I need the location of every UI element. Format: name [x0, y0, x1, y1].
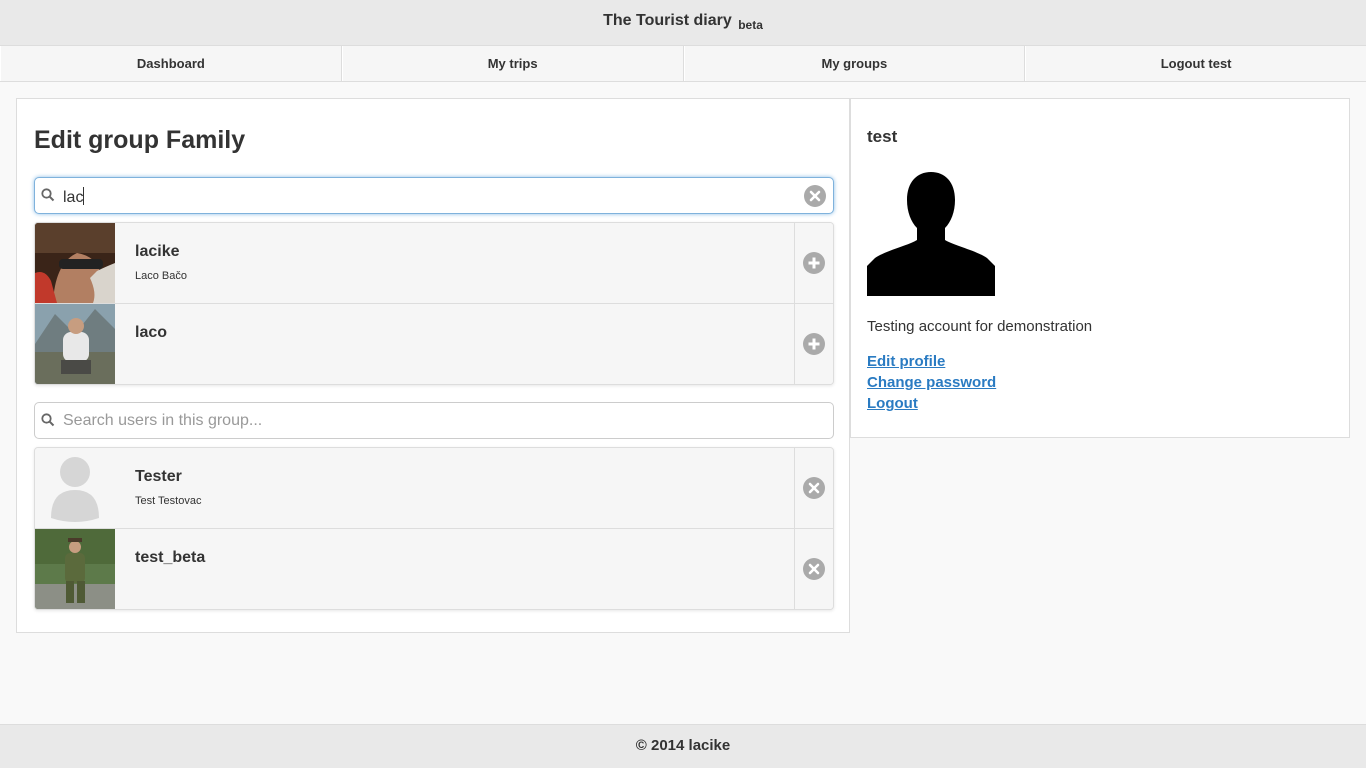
text-caret: [83, 187, 85, 205]
remove-icon: [803, 558, 825, 580]
profile-silhouette-avatar: [867, 168, 995, 296]
user-name: lacike: [135, 243, 180, 260]
search-icon: [41, 413, 55, 427]
edit-profile-link[interactable]: Edit profile: [867, 353, 945, 370]
user-photo: [35, 304, 115, 384]
user-name: Tester: [135, 468, 182, 485]
group-members-list: Tester Test Testovac test_beta: [34, 447, 834, 610]
nav-bar: Dashboard My trips My groups Logout test: [0, 46, 1366, 82]
add-icon: [803, 252, 825, 274]
user-name: test_beta: [135, 549, 206, 566]
add-user-search-input[interactable]: lac: [34, 177, 834, 214]
member-search-input[interactable]: Search users in this group...: [34, 402, 834, 439]
search-value: lac: [63, 187, 85, 206]
search-icon: [41, 188, 55, 202]
list-item[interactable]: test_beta: [35, 529, 833, 609]
nav-my-trips[interactable]: My trips: [341, 46, 684, 81]
add-icon: [803, 333, 825, 355]
footer: © 2014 lacike: [0, 724, 1366, 768]
user-photo: [35, 529, 115, 609]
user-profile-panel: test Testing account for demonstration E…: [850, 98, 1350, 438]
list-item[interactable]: laco: [35, 304, 833, 384]
profile-username: test: [867, 127, 898, 146]
add-user-button[interactable]: [794, 304, 833, 384]
change-password-link[interactable]: Change password: [867, 374, 996, 391]
default-avatar: [35, 448, 115, 528]
profile-description: Testing account for demonstration: [867, 318, 1093, 335]
add-user-button[interactable]: [794, 223, 833, 303]
nav-logout[interactable]: Logout test: [1025, 46, 1366, 81]
search-placeholder: Search users in this group...: [63, 412, 263, 429]
app-header: The Tourist diary beta: [0, 0, 1366, 46]
footer-copyright: © 2014 lacike: [635, 737, 731, 754]
beta-badge: beta: [738, 18, 763, 32]
edit-group-panel: Edit group Family lac lacike Laco Bačo l…: [16, 98, 850, 633]
page-title: Edit group Family: [34, 126, 246, 154]
user-fullname: Test Testovac: [135, 495, 202, 507]
search-results-list: lacike Laco Bačo laco: [34, 222, 834, 385]
remove-user-button[interactable]: [794, 448, 833, 528]
nav-dashboard[interactable]: Dashboard: [0, 46, 342, 81]
list-item[interactable]: Tester Test Testovac: [35, 448, 833, 529]
user-photo: [35, 223, 115, 303]
user-fullname: Laco Bačo: [135, 270, 187, 282]
app-title: The Tourist diary beta: [603, 12, 763, 32]
clear-search-icon[interactable]: [804, 185, 826, 207]
list-item[interactable]: lacike Laco Bačo: [35, 223, 833, 304]
remove-user-button[interactable]: [794, 529, 833, 609]
logout-link[interactable]: Logout: [867, 395, 918, 412]
remove-icon: [803, 477, 825, 499]
user-name: laco: [135, 324, 168, 341]
nav-my-groups[interactable]: My groups: [683, 46, 1026, 81]
